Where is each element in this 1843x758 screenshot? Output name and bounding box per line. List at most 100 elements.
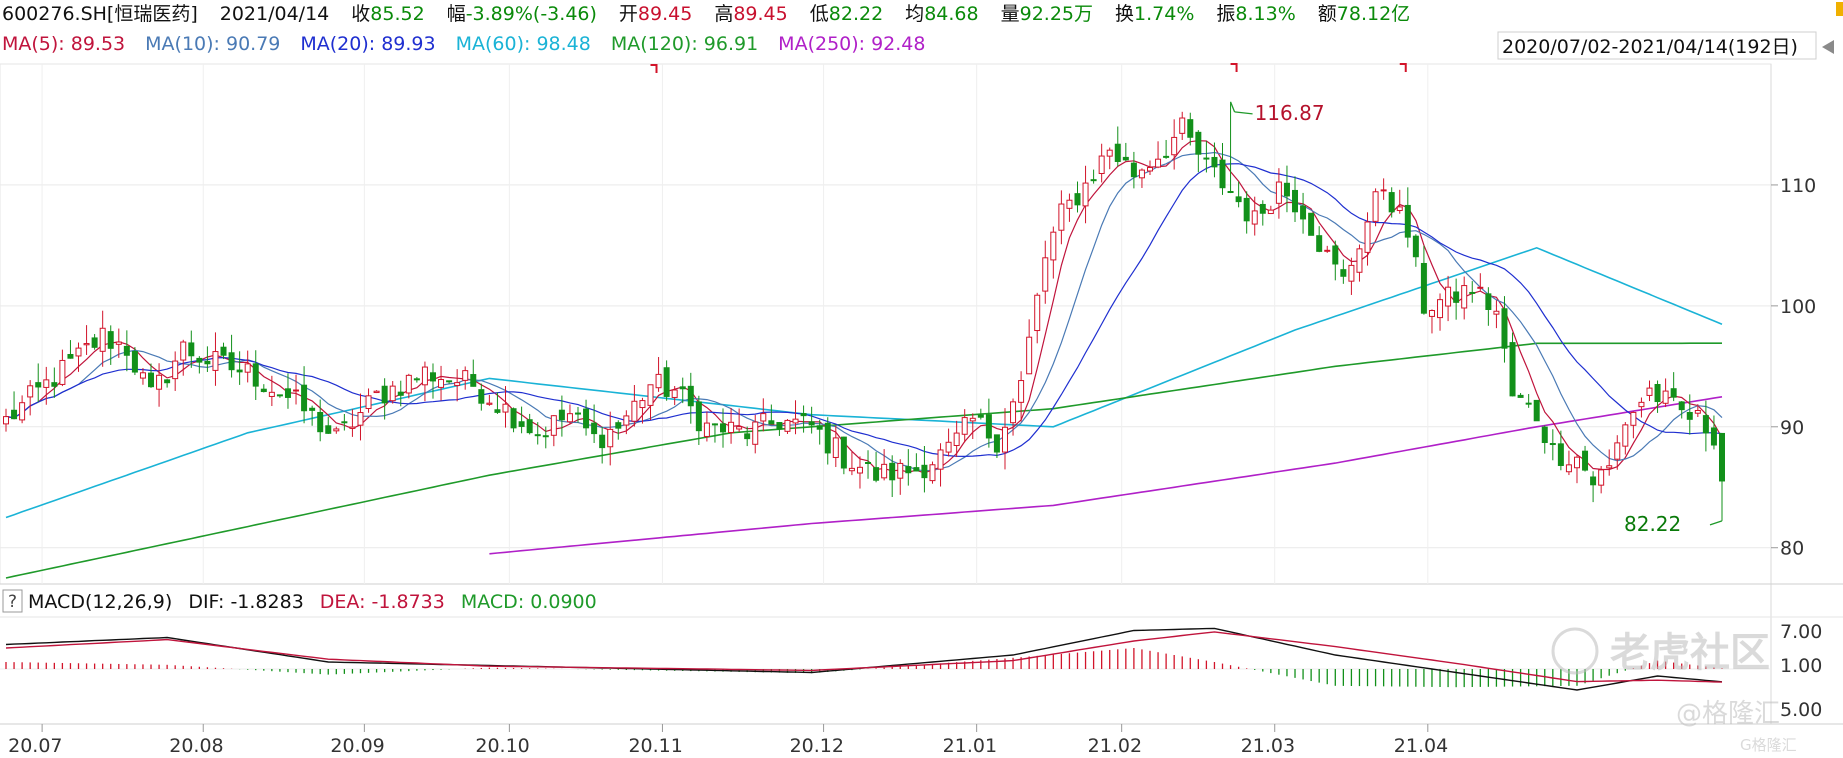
candle-body [671,389,678,398]
candle-body [284,388,291,398]
candle-body [639,400,646,409]
x-tick-label: 21.01 [943,735,997,757]
candle-body [840,436,847,469]
candle-body [1090,179,1097,182]
date-range-selector[interactable]: 2020/07/02-2021/04/14(192日) [1497,31,1834,60]
y-tick-label: 80 [1780,538,1804,560]
candle-body [1678,401,1685,411]
candle-body [1614,442,1621,460]
candle-body [1420,262,1427,314]
candle-body [1122,156,1129,161]
candle-body [1509,342,1516,397]
candle-body [865,461,872,464]
candle-body [776,422,783,430]
y-tick-label: 110 [1780,175,1816,197]
candle-body [534,434,541,437]
candle-body [1155,158,1162,168]
quote-value: 85.52 [370,3,424,25]
quote-label: 高 [714,3,733,25]
candle-body [478,389,485,404]
candle-body [1058,203,1065,231]
candle-body [993,434,1000,453]
quote-label: 开 [619,3,638,25]
candle-body [228,352,235,371]
candle-body [800,413,807,417]
candle-body [268,391,275,397]
candle-body [961,417,968,435]
quote-label: 幅 [447,3,466,25]
candle-body [3,416,9,425]
candle-body [679,386,686,390]
candle-body [1646,387,1653,396]
quote-value: 89.45 [638,3,692,25]
candle-body [1670,388,1677,398]
candle-body [905,466,912,474]
candle-body [752,421,759,445]
candle-body [301,384,308,412]
candle-body [1630,411,1637,426]
candle-body [921,464,928,479]
watermark: 老虎社区 @格隆汇 G格隆汇 [1551,627,1797,754]
candle-body [405,374,412,394]
quote-label: 低 [810,3,829,25]
candle-body [1453,291,1460,303]
low-value-label: 82.22 [1624,512,1681,536]
candle-body [1396,206,1403,212]
quote-item: 幅-3.89%(-3.46) [447,3,597,25]
candle-body [1275,181,1282,204]
candle-body [11,409,18,420]
candle-body [1662,390,1669,404]
candle-body [695,401,702,432]
candle-body [333,428,340,432]
candle-body [1179,117,1186,134]
candle-body [889,462,896,481]
candle-body [623,415,630,426]
x-tick-label: 20.09 [330,735,384,757]
candle-body [736,426,743,430]
candle-body [897,462,904,479]
candle-body [1348,264,1355,282]
candle-body [913,467,920,472]
candle-body [881,463,888,479]
candle-body [591,422,598,435]
candle-body [83,343,90,346]
candle-body [1171,136,1178,156]
candle-body [655,373,662,389]
candle-body [1590,476,1597,486]
candle-body [1533,399,1540,422]
candle-body [1517,394,1524,398]
quote-value: 84.68 [924,3,978,25]
candle-body [1428,310,1435,317]
candle-body [19,402,26,421]
candle-body [341,421,348,424]
candle-body [1130,162,1137,178]
candle-body [969,417,976,422]
candle-body [1582,450,1589,471]
candle-body [397,391,404,396]
candle-body [51,382,58,387]
ma-legend-item: MA(250): 92.48 [778,33,925,55]
quote-label: 均 [905,3,924,25]
candle-body [1557,443,1564,466]
macd-panel: 7.00 1.00 5.00 [0,621,1822,721]
candle-body [204,360,211,365]
candle-body [615,422,622,429]
candle-body [180,341,187,361]
candle-body [1445,286,1452,307]
x-tick-label: 21.02 [1088,735,1142,757]
quote-value: 78.12亿 [1337,3,1410,25]
candle-body [1388,192,1395,213]
candle-body [1364,221,1371,253]
candle-body [1283,182,1290,197]
watermark-brand: 老虎社区 [1610,630,1770,676]
candle-body [1654,384,1661,403]
x-tick-label: 21.03 [1241,735,1295,757]
quote-item: 低82.22 [810,3,883,25]
candle-body [1694,409,1701,414]
stock-chart: 600276.SH[恒瑞医药] 2021/04/14 收85.52 幅-3.89%(-… [0,0,1843,757]
candle-body [486,402,493,405]
candle-body [1541,426,1548,444]
quote-label: 收 [351,3,370,25]
macd-legend: MACD(12,26,9) DIF: -1.8283 DEA: -1.8733 MAC… [28,591,597,613]
candle-body [631,400,638,422]
